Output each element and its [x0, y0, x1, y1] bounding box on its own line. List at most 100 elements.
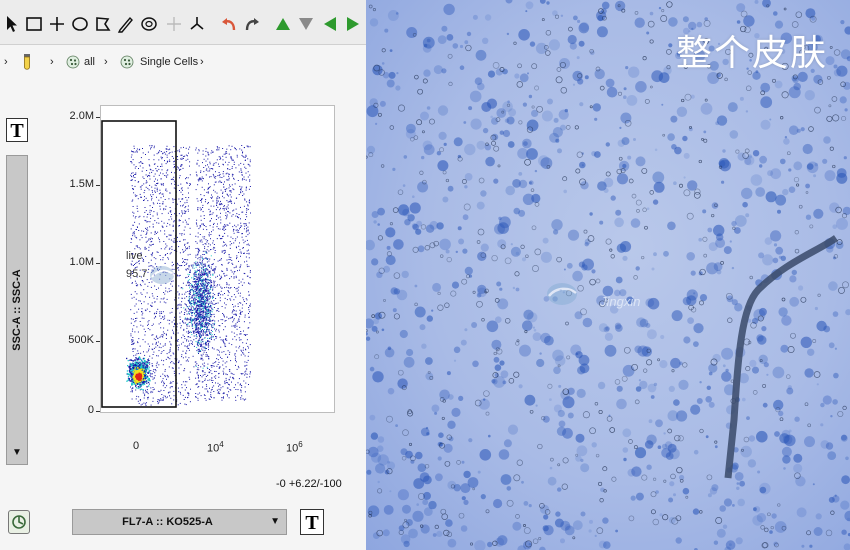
event-dot	[214, 294, 216, 296]
event-dot	[199, 380, 201, 382]
event-dot	[209, 244, 211, 246]
event-dot	[228, 379, 230, 381]
event-dot	[135, 151, 137, 153]
event-dot	[202, 286, 204, 288]
event-dot	[189, 297, 191, 299]
event-dot	[225, 320, 227, 321]
event-dot	[245, 298, 247, 300]
event-dot	[210, 168, 212, 169]
event-dot	[141, 308, 143, 310]
event-dot	[246, 208, 248, 209]
event-dot	[197, 399, 199, 401]
event-dot	[206, 168, 208, 170]
event-dot	[189, 227, 191, 229]
event-dot	[205, 330, 207, 332]
event-dot	[205, 281, 207, 283]
event-dot	[203, 225, 205, 226]
y-axis-text-button[interactable]: T	[6, 118, 28, 142]
arrow-left-icon[interactable]	[320, 14, 340, 34]
event-dot	[241, 236, 243, 238]
event-dot	[195, 262, 197, 264]
event-dot	[165, 254, 167, 255]
y-axis-selector[interactable]: SSC-A :: SSC-A ▼	[6, 155, 28, 465]
event-dot	[161, 203, 163, 205]
event-dot	[173, 221, 175, 223]
event-dot	[145, 182, 147, 184]
event-dot	[191, 300, 193, 302]
event-dot	[176, 339, 178, 341]
event-dot	[133, 348, 135, 350]
event-dot	[201, 355, 203, 357]
arrow-down-icon[interactable]	[296, 14, 316, 34]
density-scatter-plot[interactable]: live 95.7	[100, 105, 335, 413]
event-dot	[164, 233, 166, 235]
event-dot	[204, 324, 206, 326]
event-dot	[146, 364, 148, 366]
event-dot	[229, 298, 231, 300]
breadcrumb-item-all[interactable]: all	[84, 56, 95, 68]
event-dot	[210, 370, 212, 372]
arrow-right-icon[interactable]	[343, 14, 363, 34]
event-dot	[198, 257, 200, 259]
event-dot	[166, 236, 168, 238]
event-dot	[209, 290, 211, 292]
event-dot	[161, 380, 163, 382]
crosshair-icon[interactable]	[164, 14, 184, 34]
event-dot	[162, 364, 164, 366]
undo-icon[interactable]	[219, 14, 239, 34]
event-dot	[164, 344, 166, 346]
event-dot	[160, 178, 162, 180]
event-dot	[139, 387, 141, 389]
event-dot	[224, 326, 226, 328]
event-dot	[240, 187, 242, 189]
event-dot	[204, 270, 206, 272]
rectangle-gate-icon[interactable]	[24, 14, 44, 34]
event-dot	[182, 221, 184, 223]
event-dot	[160, 230, 162, 232]
redo-icon[interactable]	[242, 14, 262, 34]
event-dot	[209, 258, 211, 260]
event-dot	[146, 232, 148, 234]
pointer-icon[interactable]	[2, 14, 22, 34]
event-dot	[219, 228, 221, 230]
event-dot	[233, 332, 235, 334]
event-dot	[191, 343, 193, 345]
event-dot	[196, 369, 198, 371]
event-dot	[186, 199, 188, 201]
event-dot	[243, 282, 245, 284]
event-dot	[200, 366, 202, 368]
spider-gate-icon[interactable]	[139, 14, 159, 34]
event-dot	[203, 306, 205, 308]
event-dot	[156, 222, 158, 224]
event-dot	[152, 354, 154, 355]
event-dot	[235, 208, 237, 210]
event-dot	[148, 368, 150, 370]
event-dot	[189, 293, 191, 295]
quadrant-gate-icon[interactable]	[47, 14, 67, 34]
ellipse-gate-icon[interactable]	[70, 14, 90, 34]
event-dot	[214, 370, 216, 372]
breadcrumb-item-single-cells[interactable]: Single Cells	[140, 56, 198, 68]
event-dot	[200, 351, 202, 352]
event-dot	[196, 225, 198, 227]
event-dot	[132, 339, 134, 341]
event-dot	[131, 330, 133, 332]
event-dot	[194, 279, 195, 280]
event-dot	[210, 238, 211, 240]
event-dot	[205, 335, 207, 337]
event-dot	[238, 214, 240, 215]
event-dot	[230, 360, 232, 362]
event-dot	[239, 269, 240, 271]
arrow-up-icon[interactable]	[273, 14, 293, 34]
polygon-gate-icon[interactable]	[93, 14, 113, 34]
freehand-gate-icon[interactable]	[116, 14, 136, 34]
event-dot	[220, 294, 222, 296]
event-dot	[220, 207, 221, 209]
event-dot	[160, 399, 162, 401]
event-dot	[220, 277, 222, 279]
sample-tube-icon[interactable]	[22, 53, 32, 71]
star-gate-icon[interactable]	[187, 14, 207, 34]
event-dot	[159, 203, 161, 204]
event-dot	[200, 375, 201, 376]
event-dot	[180, 306, 182, 308]
